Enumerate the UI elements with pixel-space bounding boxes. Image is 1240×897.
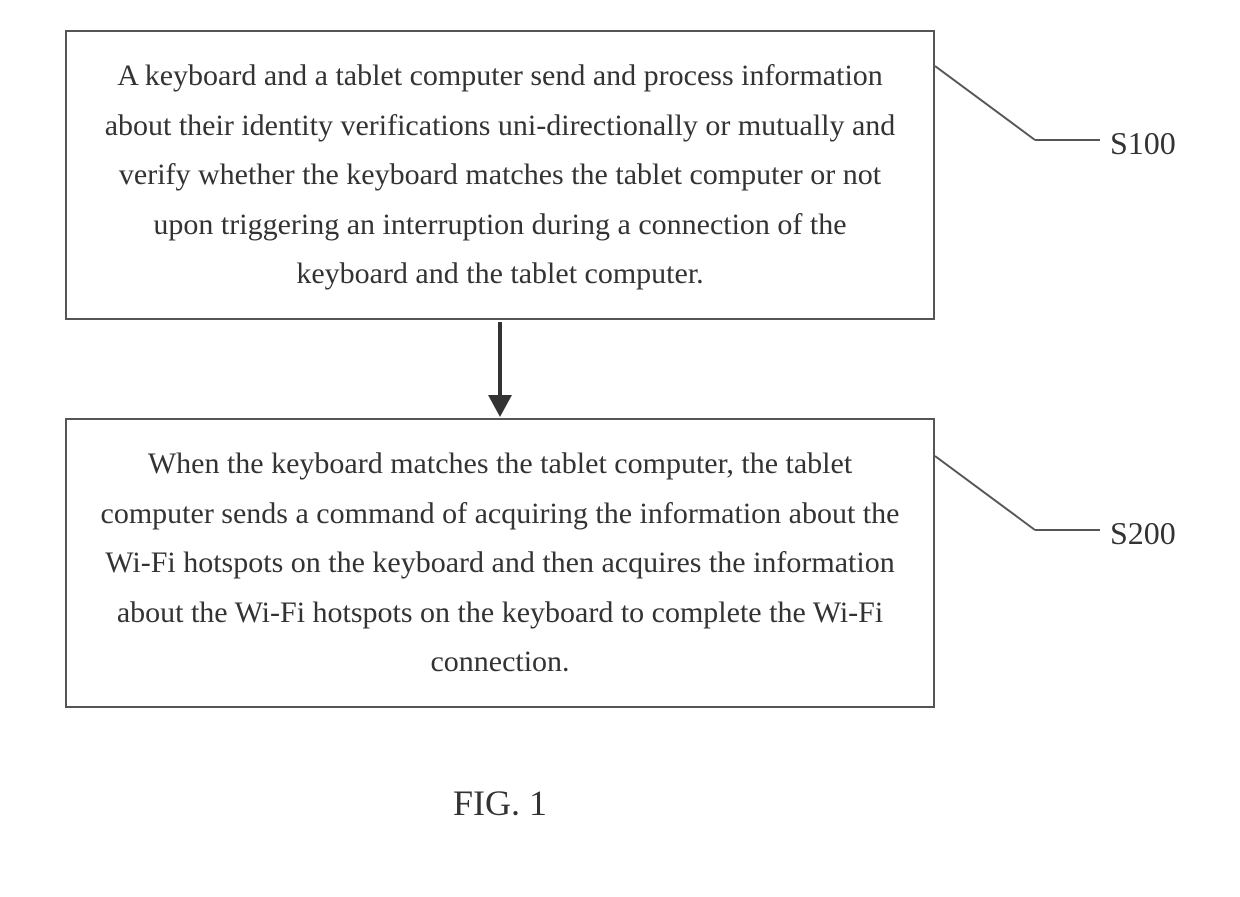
flow-step-s200-text: When the keyboard matches the tablet com… xyxy=(95,439,905,687)
flow-step-s200: When the keyboard matches the tablet com… xyxy=(65,418,935,708)
arrow-head-icon xyxy=(488,395,512,417)
figure-caption: FIG. 1 xyxy=(0,782,1000,824)
flow-step-s100-text: A keyboard and a tablet computer send an… xyxy=(95,51,905,299)
label-s100: S100 xyxy=(1110,125,1176,162)
flow-step-s100: A keyboard and a tablet computer send an… xyxy=(65,30,935,320)
flowchart-container: A keyboard and a tablet computer send an… xyxy=(0,0,1240,897)
arrow-shaft xyxy=(498,322,502,400)
label-s200: S200 xyxy=(1110,515,1176,552)
leader-line-s100 xyxy=(935,60,1105,170)
leader-line-s200 xyxy=(935,450,1105,560)
